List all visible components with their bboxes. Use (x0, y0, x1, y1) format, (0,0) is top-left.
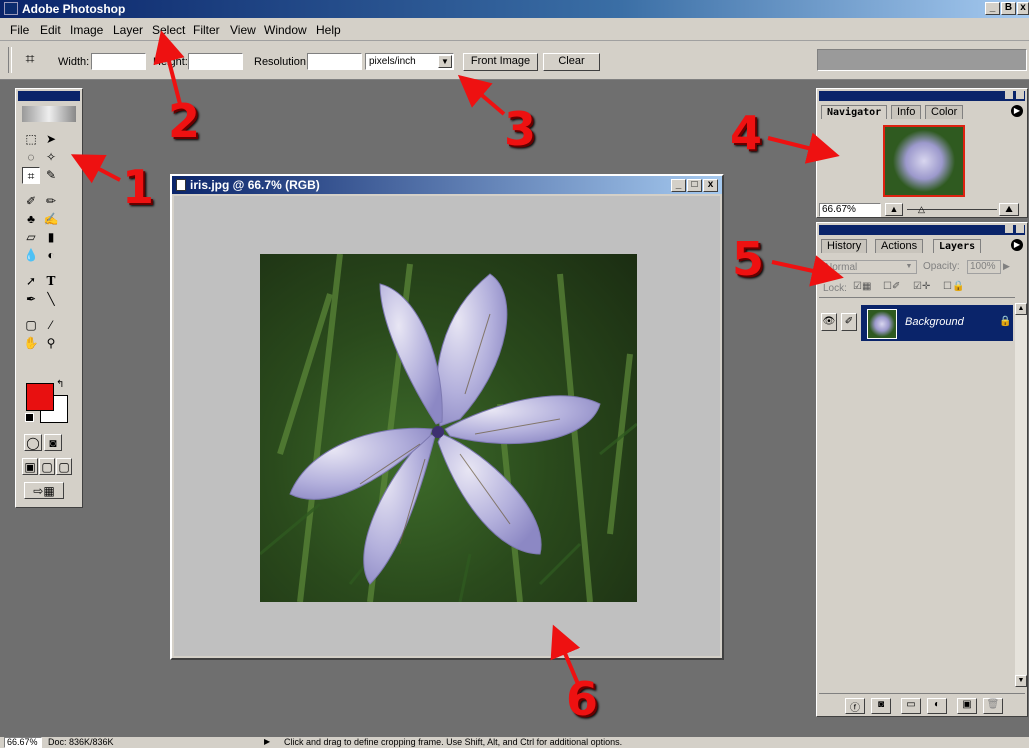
annotation-arrow-1 (70, 154, 121, 184)
annotation-number-4: 4 (730, 106, 763, 160)
annotation-number-2: 2 (168, 94, 201, 148)
annotation-arrow-3 (457, 74, 506, 116)
annotation-arrow-5 (771, 255, 844, 287)
annotation-number-1: 1 (122, 160, 155, 214)
annotation-number-6: 6 (566, 672, 599, 726)
annotation-number-3: 3 (504, 102, 537, 156)
annotation-arrow-4 (767, 132, 840, 164)
annotation-number-5: 5 (732, 232, 765, 286)
